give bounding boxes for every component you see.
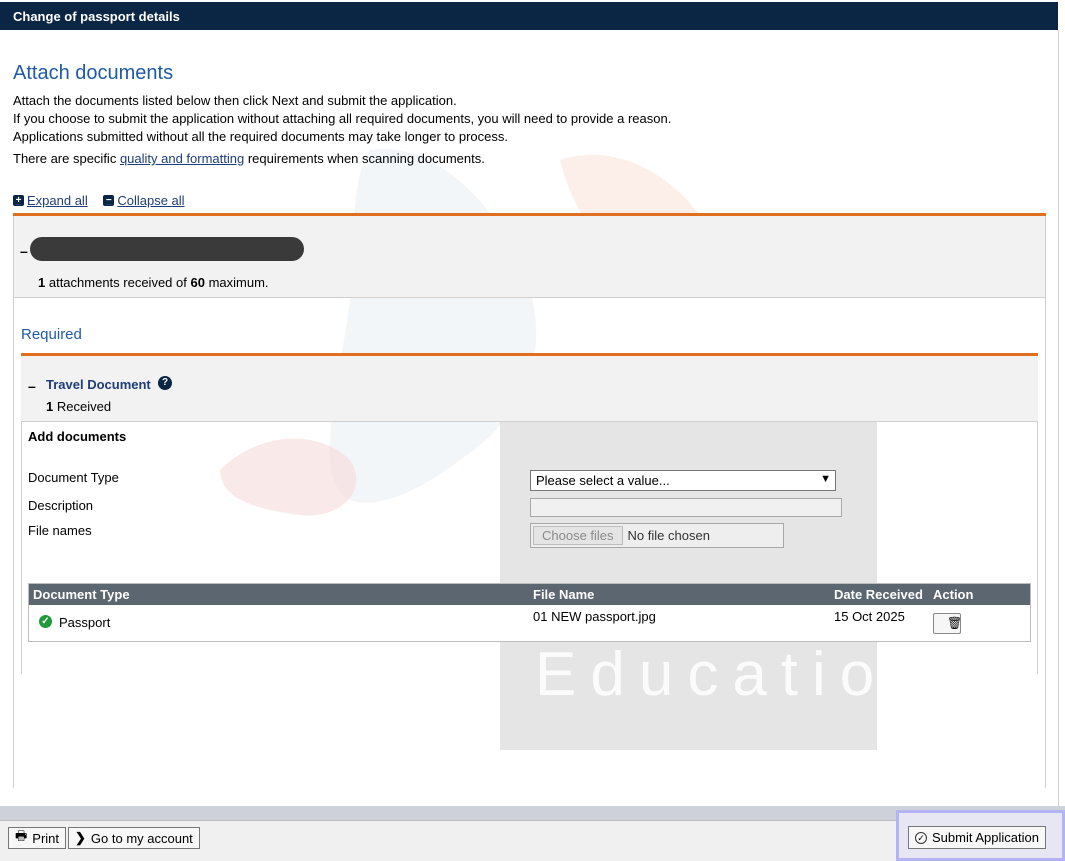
row-date-received: 15 Oct 2025 <box>834 609 905 624</box>
intro-line-2: If you choose to submit the application … <box>13 111 672 126</box>
chevron-down-icon: ▼ <box>820 473 831 485</box>
document-type-selected: Please select a value... <box>536 473 670 488</box>
page-title-bar: Change of passport details <box>0 2 1058 30</box>
add-documents-heading: Add documents <box>28 429 127 444</box>
section-left-border <box>13 216 14 788</box>
table-header: Document Type File Name Date Received Ac… <box>29 584 1030 605</box>
col-date-received: Date Received <box>834 587 923 602</box>
page-title: Change of passport details <box>13 9 180 24</box>
col-document-type: Document Type <box>33 587 130 602</box>
minus-icon: − <box>103 195 115 206</box>
travel-document-title[interactable]: Travel Document <box>46 377 151 392</box>
travel-document-section <box>21 353 1038 422</box>
collapse-all-label: Collapse all <box>117 193 185 208</box>
go-to-account-button[interactable]: ❯ Go to my account <box>68 827 200 849</box>
attachments-mid: attachments received of <box>45 275 191 290</box>
quality-formatting-link[interactable]: quality and formatting <box>120 151 244 166</box>
choose-files-button[interactable]: Choose files <box>533 526 623 545</box>
quality-suffix: requirements when scanning documents. <box>244 151 485 166</box>
right-border <box>1058 30 1059 806</box>
doc-right-border <box>1037 422 1038 674</box>
file-picker[interactable]: Choose files No file chosen <box>530 523 784 548</box>
attach-documents-heading: Attach documents <box>13 62 174 84</box>
help-icon[interactable]: ? <box>158 376 172 390</box>
expand-all-label: Expand all <box>27 193 88 208</box>
attachments-max: 60 <box>190 275 205 290</box>
trash-icon: 🗑 <box>947 616 963 630</box>
submit-application-label: Submit Application <box>932 830 1039 845</box>
collapse-travel-document-toggle[interactable]: – <box>28 378 36 394</box>
document-type-select[interactable]: Please select a value... ▼ <box>530 470 836 491</box>
table-row: ✓ Passport 01 NEW passport.jpg 15 Oct 20… <box>29 605 1030 641</box>
no-file-text: No file chosen <box>627 528 710 543</box>
quality-prefix: There are specific <box>13 151 120 166</box>
printer-icon: 🖶 <box>15 828 28 843</box>
chevron-right-icon: ❯ <box>75 830 86 845</box>
quality-note: There are specific quality and formattin… <box>13 150 485 168</box>
description-label: Description <box>28 498 94 513</box>
submit-application-button[interactable]: ✓ Submit Application <box>908 826 1046 849</box>
description-input[interactable] <box>530 498 842 517</box>
check-circle-outline-icon: ✓ <box>915 831 927 844</box>
attachments-end: maximum. <box>204 275 269 290</box>
collapse-all-link[interactable]: − Collapse all <box>103 193 185 208</box>
received-count: 1 Received <box>46 399 111 414</box>
row-document-type: Passport <box>59 615 111 630</box>
print-label: Print <box>32 830 60 846</box>
received-label: Received <box>53 399 112 414</box>
print-button[interactable]: 🖶 Print <box>8 827 67 849</box>
watermark-text: Education <box>535 640 900 709</box>
attachments-count: 1 attachments received of 60 maximum. <box>38 275 269 290</box>
row-file-name: 01 NEW passport.jpg <box>533 609 656 624</box>
documents-table: Document Type File Name Date Received Ac… <box>28 583 1031 642</box>
intro-line-3: Applications submitted without all the r… <box>13 129 508 144</box>
expand-all-link[interactable]: + Expand all <box>13 193 88 208</box>
file-names-label: File names <box>28 523 92 538</box>
go-to-account-label: Go to my account <box>90 830 193 846</box>
required-heading: Required <box>21 326 82 343</box>
section-right-border <box>1045 216 1046 788</box>
document-type-label: Document Type <box>28 470 119 485</box>
doc-left-border <box>21 422 22 674</box>
check-circle-icon: ✓ <box>39 615 52 628</box>
col-action: Action <box>933 587 974 602</box>
intro-line-1: Attach the documents listed below then c… <box>13 93 457 108</box>
redacted-applicant-name <box>30 237 304 261</box>
col-file-name: File Name <box>533 587 595 602</box>
expand-collapse-row: + Expand all − Collapse all <box>13 191 197 208</box>
collapse-applicant-toggle[interactable]: – <box>20 243 28 259</box>
plus-icon: + <box>13 195 24 206</box>
delete-document-button[interactable]: 🗑 <box>933 613 963 634</box>
